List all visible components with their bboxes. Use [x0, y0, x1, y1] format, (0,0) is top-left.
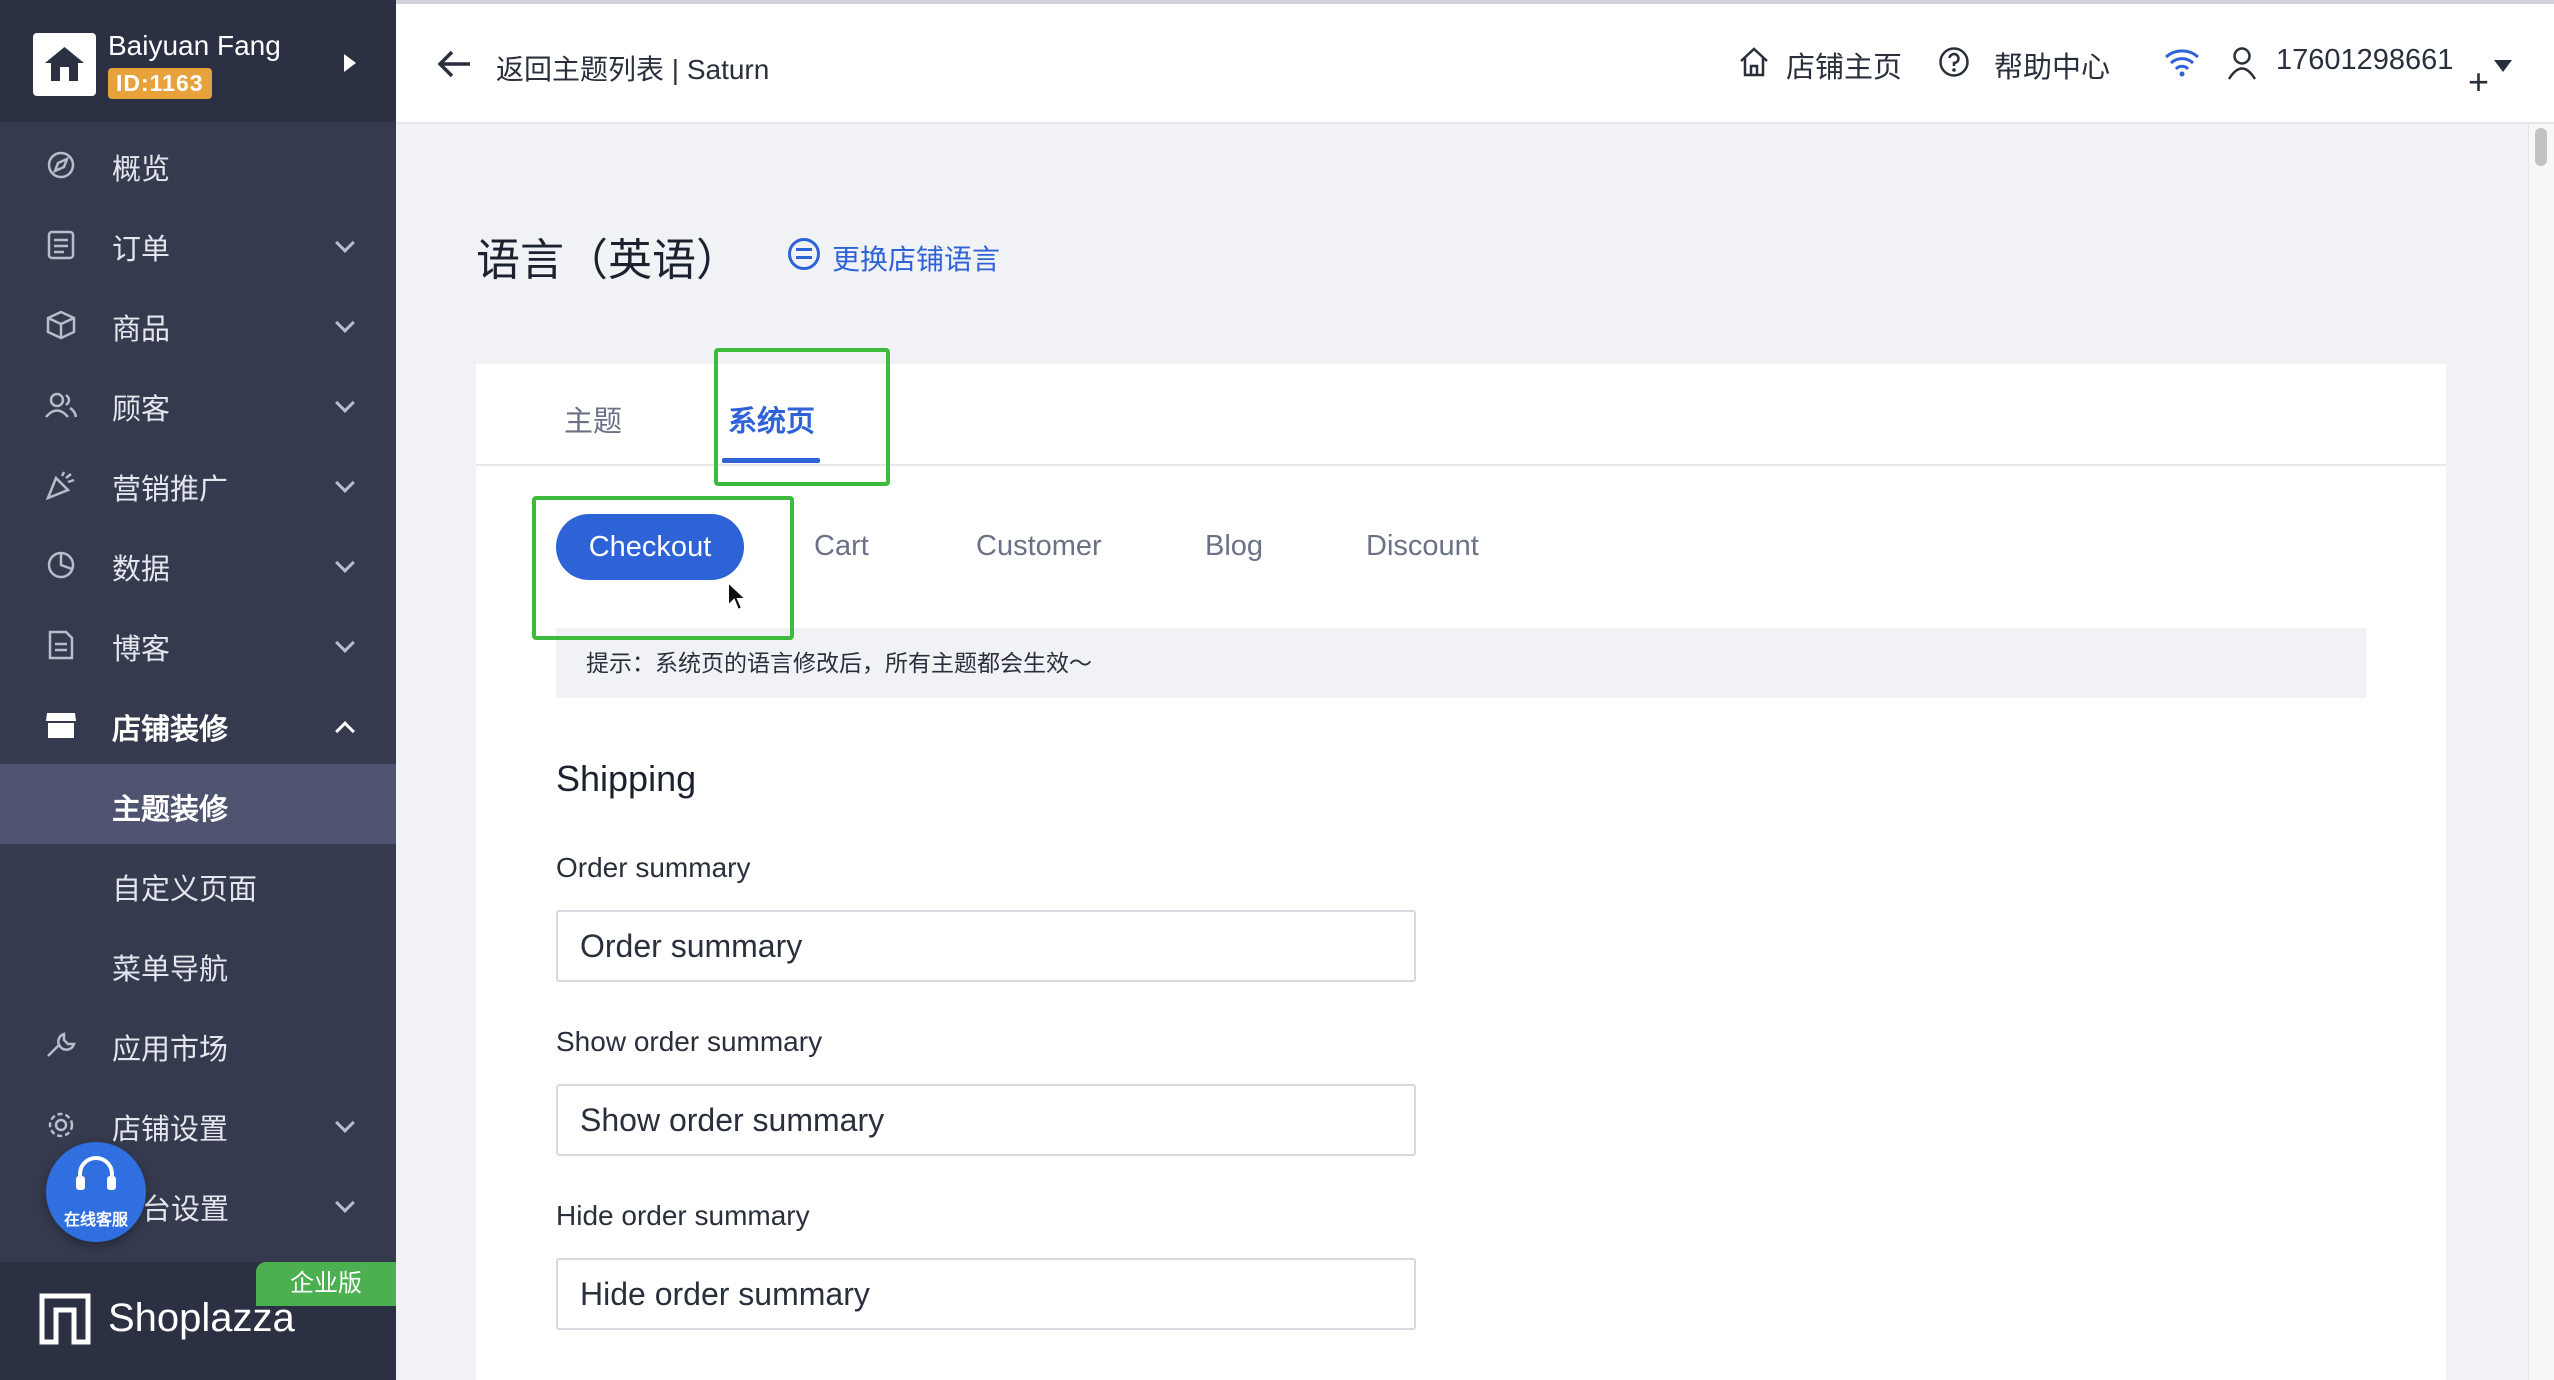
plus-icon: + [2468, 61, 2490, 102]
field-label: Order summary [556, 852, 751, 883]
sidebar-item-menu-navigation[interactable]: 菜单导航 [0, 924, 396, 1004]
hide-order-summary-input[interactable] [556, 1258, 1416, 1330]
switch-language-icon [788, 238, 820, 270]
account-menu[interactable]: 17601298661 [2276, 44, 2453, 77]
wrench-icon [47, 1032, 76, 1057]
user-icon [2227, 47, 2257, 80]
expand-arrow-icon[interactable] [344, 54, 356, 72]
chevron-down-icon [335, 1113, 355, 1133]
chevron-up-icon [335, 721, 355, 741]
shoplazza-logo-icon [39, 1293, 91, 1345]
store-home-link[interactable]: 店铺主页 [1786, 44, 1902, 86]
hint-banner: 提示：系统页的语言修改后，所有主题都会生效～ [556, 628, 2366, 698]
store-icon [46, 713, 76, 738]
tab-theme[interactable]: 主题 [564, 398, 622, 440]
sidebar-item-products[interactable]: 商品 [0, 284, 396, 364]
sidebar-item-label: 应用市场 [112, 1034, 229, 1066]
sidebar-item-label: 博客 [112, 634, 171, 666]
store-id-badge: ID:1163 [108, 68, 212, 99]
section-title: Shipping [556, 758, 697, 799]
highlight-box-checkout [532, 496, 794, 640]
show-order-summary-input[interactable] [556, 1084, 1416, 1156]
store-logo [33, 33, 96, 96]
top-bar: 返回主题列表 | Saturn 店铺主页 帮助中心 17601298661 + [396, 0, 2554, 124]
subtab-discount[interactable]: Discount [1366, 530, 1479, 563]
sidebar-item-store-design[interactable]: 店铺装修 [0, 684, 396, 764]
sidebar-item-label: 主题装修 [112, 794, 229, 826]
sidebar-item-label: 台设置 [142, 1194, 230, 1226]
megaphone-icon [45, 471, 75, 500]
field-label: Show order summary [556, 1026, 823, 1057]
chevron-down-icon [335, 553, 355, 573]
sidebar-item-store-settings[interactable]: 店铺设置 [0, 1084, 396, 1164]
scrollbar[interactable] [2528, 124, 2554, 1380]
sidebar-item-label: 顾客 [112, 394, 171, 426]
back-to-themes-link[interactable]: 返回主题列表 | Saturn [496, 48, 769, 88]
back-arrow-icon[interactable] [436, 48, 472, 80]
pie-chart-icon [47, 551, 75, 579]
sidebar-item-label: 自定义页面 [112, 874, 258, 906]
gear-icon [48, 1112, 74, 1138]
order-summary-input[interactable] [556, 910, 1416, 982]
sidebar-item-data[interactable]: 数据 [0, 524, 396, 604]
users-icon [45, 392, 78, 418]
order-icon [47, 230, 75, 260]
user-name: Baiyuan Fang [108, 30, 281, 61]
subtab-blog[interactable]: Blog [1205, 530, 1263, 563]
subtab-cart[interactable]: Cart [814, 530, 869, 563]
sidebar-item-orders[interactable]: 订单 [0, 204, 396, 284]
chevron-down-icon [335, 633, 355, 653]
box-icon [46, 310, 76, 340]
online-support-button[interactable]: 在线客服 [46, 1142, 146, 1242]
sidebar-item-label: 店铺设置 [112, 1114, 229, 1146]
mouse-cursor-icon [727, 580, 749, 612]
sidebar-item-customers[interactable]: 顾客 [0, 364, 396, 444]
wifi-icon [2165, 49, 2199, 77]
highlight-box-system-tab [714, 348, 890, 486]
sidebar-item-label: 菜单导航 [112, 954, 229, 986]
chevron-down-icon [335, 1193, 355, 1213]
sidebar-item-label: 商品 [112, 314, 171, 346]
support-label: 在线客服 [63, 1212, 128, 1229]
headset-icon [76, 1156, 116, 1190]
sidebar-item-theme-design[interactable]: 主题装修 [0, 764, 396, 844]
chevron-down-icon [335, 473, 355, 493]
sidebar-item-label: 数据 [112, 554, 171, 586]
sidebar-item-marketing[interactable]: 营销推广 [0, 444, 396, 524]
scroll-thumb[interactable] [2535, 128, 2547, 166]
sidebar-item-blog[interactable]: 博客 [0, 604, 396, 684]
chevron-down-icon [335, 233, 355, 253]
brand-name: Shoplazza [108, 1296, 295, 1340]
switch-store-language-link[interactable]: 更换店铺语言 [832, 238, 1000, 278]
sidebar-item-label: 订单 [112, 234, 171, 266]
chevron-down-icon [335, 313, 355, 333]
chevron-down-icon [335, 393, 355, 413]
subtab-customer[interactable]: Customer [976, 530, 1102, 563]
help-center-link[interactable]: 帮助中心 [1994, 44, 2110, 86]
caret-down-icon[interactable] [2494, 60, 2512, 72]
sidebar-item-overview[interactable]: 概览 [0, 124, 396, 204]
document-icon [48, 630, 74, 660]
compass-icon [47, 151, 75, 179]
sidebar-item-app-market[interactable]: 应用市场 [0, 1004, 396, 1084]
help-icon [1939, 47, 1969, 77]
sidebar-item-label: 概览 [112, 154, 171, 186]
sidebar-item-label: 店铺装修 [112, 714, 229, 746]
field-label: Hide order summary [556, 1200, 810, 1231]
sidebar: Baiyuan Fang ID:1163 概览 订单 商品 顾客 营销推广 数据… [0, 0, 396, 1380]
page-title: 语言（英语） [476, 236, 740, 285]
store-header[interactable]: Baiyuan Fang ID:1163 [0, 0, 396, 122]
sidebar-item-label: 营销推广 [112, 474, 229, 506]
sidebar-item-custom-pages[interactable]: 自定义页面 [0, 844, 396, 924]
home-icon [1740, 47, 1768, 77]
